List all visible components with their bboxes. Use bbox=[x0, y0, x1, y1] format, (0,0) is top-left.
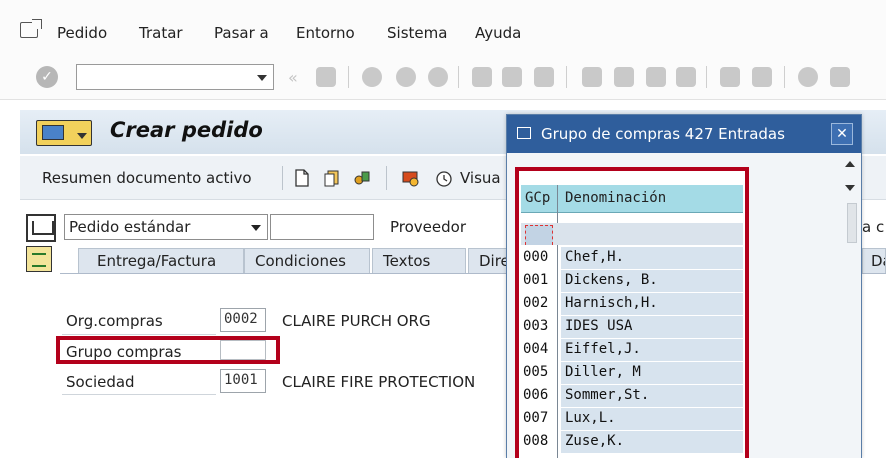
next-page-icon[interactable] bbox=[646, 67, 666, 87]
shopping-cart-icon bbox=[26, 214, 56, 242]
org-compras-description: CLAIRE PURCH ORG bbox=[282, 312, 431, 330]
menu-entorno[interactable]: Entorno bbox=[296, 24, 355, 42]
menu-pasar-a[interactable]: Pasar a bbox=[214, 24, 269, 42]
result-list-highlight bbox=[515, 167, 749, 458]
first-page-icon[interactable] bbox=[582, 67, 602, 87]
sociedad-field[interactable]: 1001 bbox=[220, 369, 266, 393]
tab-entrega-factura[interactable]: Entrega/Factura bbox=[78, 248, 244, 274]
print-icon[interactable] bbox=[472, 67, 492, 87]
menu-sistema[interactable]: Sistema bbox=[387, 24, 447, 42]
partial-label-right: a c bbox=[862, 218, 885, 236]
document-overview-button[interactable]: Resumen documento activo bbox=[42, 169, 252, 187]
label-underline bbox=[62, 334, 216, 335]
chevron-down-icon bbox=[77, 133, 87, 139]
menu-pedido[interactable]: Pedido bbox=[57, 24, 107, 42]
popup-body: GCp Denominación 000 Chef,H. 001 Dickens… bbox=[507, 153, 861, 458]
expand-header-icon[interactable] bbox=[26, 246, 52, 272]
command-field[interactable] bbox=[76, 64, 274, 90]
last-page-icon[interactable] bbox=[676, 67, 696, 87]
menu-bar: Pedido Tratar Pasar a Entorno Sistema Ay… bbox=[0, 0, 886, 56]
document-type-select[interactable]: Pedido estándar bbox=[64, 214, 268, 240]
menu-tratar[interactable]: Tratar bbox=[139, 24, 183, 42]
org-compras-value: 0002 bbox=[224, 311, 258, 327]
toolbar-separator bbox=[348, 66, 349, 88]
find-next-icon[interactable] bbox=[534, 67, 554, 87]
messages-button[interactable]: Visua bbox=[460, 169, 501, 187]
tab-condiciones[interactable]: Condiciones bbox=[244, 248, 370, 274]
partner-icon[interactable] bbox=[400, 168, 420, 188]
exit-icon[interactable] bbox=[396, 67, 416, 87]
toolbar-separator bbox=[386, 166, 387, 190]
back-icon[interactable] bbox=[362, 67, 382, 87]
print-preview-icon[interactable] bbox=[434, 168, 454, 188]
label-underline bbox=[62, 394, 216, 395]
scroll-up-icon[interactable] bbox=[845, 161, 855, 167]
new-document-icon[interactable] bbox=[292, 168, 312, 188]
popup-title: Grupo de compras 427 Entradas bbox=[541, 125, 785, 143]
window-icon bbox=[517, 127, 531, 139]
purchasing-group-popup: Grupo de compras 427 Entradas ✕ GCp Deno… bbox=[506, 114, 862, 458]
document-number-field[interactable] bbox=[270, 214, 374, 240]
cancel-icon[interactable] bbox=[428, 67, 448, 87]
vendor-label: Proveedor bbox=[390, 218, 466, 236]
save-icon[interactable] bbox=[316, 67, 336, 87]
shortcut-icon[interactable] bbox=[752, 67, 772, 87]
scroll-down-icon[interactable] bbox=[845, 185, 855, 191]
grupo-compras-highlight bbox=[56, 336, 280, 364]
popup-title-bar[interactable]: Grupo de compras 427 Entradas ✕ bbox=[507, 115, 861, 153]
tab-datos[interactable]: Da bbox=[862, 248, 886, 274]
help-icon[interactable] bbox=[798, 67, 818, 87]
back-arrows-icon: « bbox=[288, 68, 298, 87]
document-type-value: Pedido estándar bbox=[69, 218, 191, 236]
scrollbar-thumb[interactable] bbox=[847, 203, 857, 243]
page-title: Crear pedido bbox=[110, 118, 263, 142]
find-icon[interactable] bbox=[502, 67, 522, 87]
chevron-down-icon[interactable] bbox=[257, 75, 267, 81]
layout-icon[interactable] bbox=[830, 67, 850, 87]
org-compras-label: Org.compras bbox=[66, 312, 163, 330]
org-compras-field[interactable]: 0002 bbox=[220, 308, 266, 332]
sociedad-description: CLAIRE FIRE PROTECTION bbox=[282, 373, 476, 391]
tab-direccion[interactable]: Dire bbox=[468, 248, 510, 274]
tab-textos[interactable]: Textos bbox=[372, 248, 466, 274]
toolbar-separator bbox=[706, 66, 707, 88]
previous-page-icon[interactable] bbox=[614, 67, 634, 87]
screen-menu-icon[interactable] bbox=[36, 120, 92, 146]
toolbar-separator bbox=[566, 66, 567, 88]
menu-ayuda[interactable]: Ayuda bbox=[475, 24, 521, 42]
window-menu-icon[interactable] bbox=[20, 22, 38, 38]
new-session-icon[interactable] bbox=[720, 67, 740, 87]
hold-icon[interactable] bbox=[352, 168, 372, 188]
standard-toolbar: ✓ « bbox=[0, 56, 886, 100]
sociedad-label: Sociedad bbox=[66, 373, 135, 391]
monitor-icon bbox=[42, 125, 64, 140]
close-icon[interactable]: ✕ bbox=[831, 123, 853, 145]
enter-check-icon[interactable]: ✓ bbox=[36, 66, 58, 88]
copy-document-icon[interactable] bbox=[322, 168, 342, 188]
sociedad-value: 1001 bbox=[224, 372, 258, 388]
toolbar-separator bbox=[784, 66, 785, 88]
toolbar-separator bbox=[458, 66, 459, 88]
chevron-down-icon[interactable] bbox=[251, 225, 261, 231]
toolbar-separator bbox=[282, 166, 283, 190]
